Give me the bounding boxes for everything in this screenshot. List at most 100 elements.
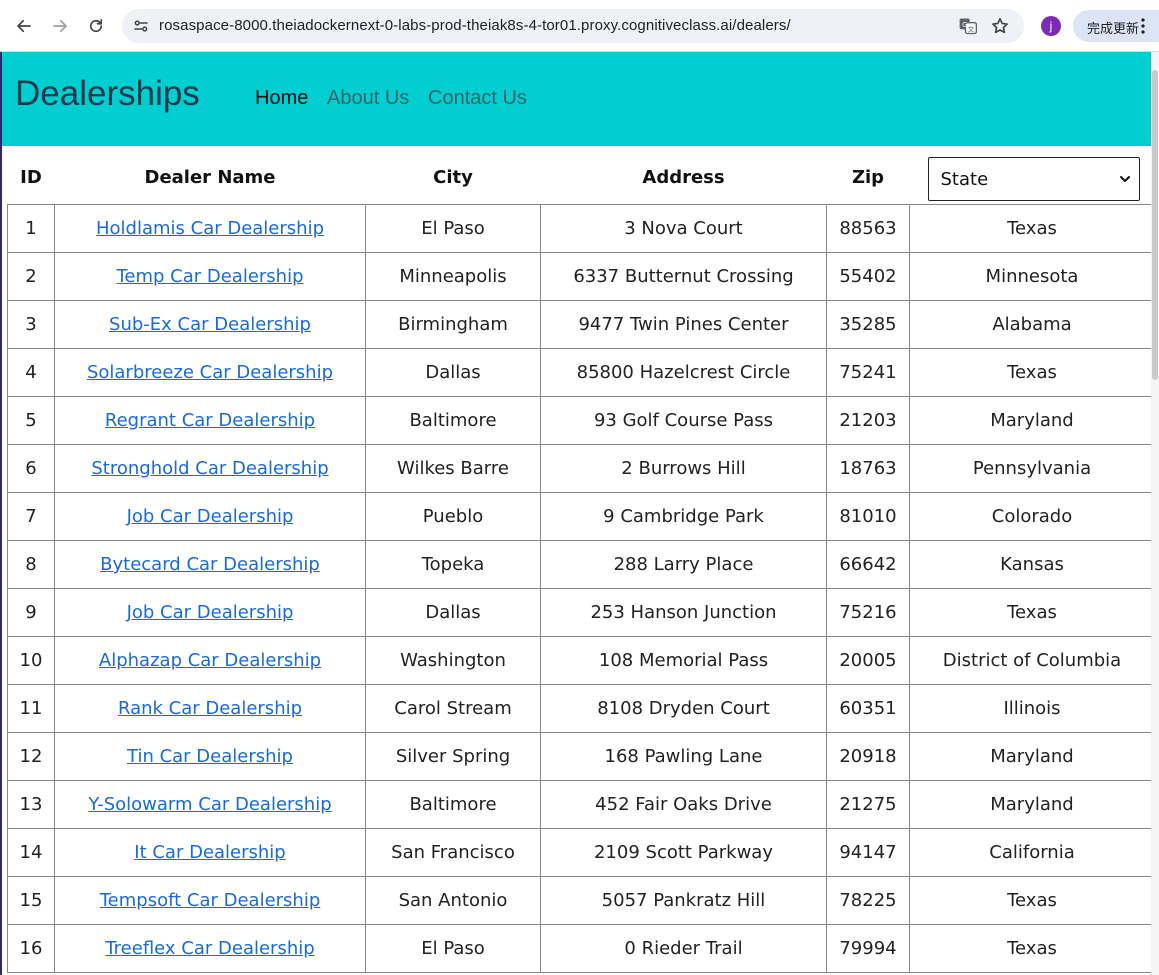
cell-address: 2109 Scott Parkway [540,828,827,877]
dealers-table: ID Dealer Name City Address Zip State 1 H… [7,151,1155,973]
cell-address: 108 Memorial Pass [540,636,827,685]
dealer-link[interactable]: Job Car Dealership [127,602,294,623]
dealer-link[interactable]: Solarbreeze Car Dealership [87,362,333,383]
cell-state: Texas [909,348,1155,397]
cell-address: 5057 Pankratz Hill [540,876,827,925]
star-bookmark-icon[interactable] [990,16,1010,36]
cell-state: Texas [909,588,1155,637]
cell-state: Kansas [909,540,1155,589]
cell-city: Baltimore [365,396,541,445]
profile-avatar[interactable]: j [1041,16,1061,36]
table-row: 7 Job Car Dealership Pueblo 9 Cambridge Par… [7,492,1155,541]
cell-zip: 88563 [826,204,910,253]
dealer-link[interactable]: Job Car Dealership [127,506,294,527]
back-button[interactable] [10,12,38,40]
cell-id: 1 [7,204,55,253]
address-bar[interactable]: rosaspace-8000.theiadockernext-0-labs-pr… [122,9,1024,43]
cell-id: 3 [7,300,55,349]
dealers-table-container: ID Dealer Name City Address Zip State 1 H… [7,151,1155,973]
column-header-zip: Zip [826,151,910,205]
nav-link-home[interactable]: Home [255,87,308,110]
cell-dealer-name: Holdlamis Car Dealership [54,204,366,253]
cell-dealer-name: Y-Solowarm Car Dealership [54,780,366,829]
dealer-link[interactable]: Temp Car Dealership [116,266,303,287]
table-header-row: ID Dealer Name City Address Zip State [7,151,1155,205]
dealer-link[interactable]: It Car Dealership [134,842,285,863]
cell-address: 85800 Hazelcrest Circle [540,348,827,397]
nav-link-about-us[interactable]: About Us [327,87,409,110]
reload-button[interactable] [82,12,110,40]
page-scrollbar[interactable] [1151,52,1159,975]
url-text[interactable]: rosaspace-8000.theiadockernext-0-labs-pr… [159,17,791,34]
cell-state: Maryland [909,396,1155,445]
cell-id: 14 [7,828,55,877]
cell-zip: 66642 [826,540,910,589]
cell-address: 253 Hanson Junction [540,588,827,637]
dealer-link[interactable]: Y-Solowarm Car Dealership [88,794,331,815]
chevron-down-icon [1119,175,1130,182]
dealer-link[interactable]: Regrant Car Dealership [105,410,315,431]
table-row: 12 Tin Car Dealership Silver Spring 168 Paw… [7,732,1155,781]
dealer-link[interactable]: Stronghold Car Dealership [91,458,328,479]
cell-id: 9 [7,588,55,637]
dealer-link[interactable]: Alphazap Car Dealership [99,650,321,671]
cell-state: Texas [909,204,1155,253]
cell-zip: 18763 [826,444,910,493]
cell-city: Topeka [365,540,541,589]
column-header-dealer-name: Dealer Name [54,151,366,205]
table-row: 3 Sub-Ex Car Dealership Birmingham 9477 Twi… [7,300,1155,349]
cell-city: El Paso [365,924,541,973]
dealer-link[interactable]: Rank Car Dealership [118,698,302,719]
navbar-brand[interactable]: Dealerships [15,74,200,114]
table-row: 1 Holdlamis Car Dealership El Paso 3 Nova C… [7,204,1155,253]
translate-icon[interactable]: G 文 [958,16,978,36]
dealer-link[interactable]: Holdlamis Car Dealership [96,218,324,239]
cell-dealer-name: Sub-Ex Car Dealership [54,300,366,349]
forward-button[interactable] [46,12,74,40]
dealer-link[interactable]: Tin Car Dealership [127,746,293,767]
cell-state: District of Columbia [909,636,1155,685]
cell-state: Illinois [909,684,1155,733]
cell-id: 2 [7,252,55,301]
cell-address: 3 Nova Court [540,204,827,253]
cell-id: 12 [7,732,55,781]
cell-zip: 75216 [826,588,910,637]
cell-state: Colorado [909,492,1155,541]
cell-id: 8 [7,540,55,589]
state-filter-select[interactable]: State [927,156,1140,201]
cell-address: 93 Golf Course Pass [540,396,827,445]
cell-city: Wilkes Barre [365,444,541,493]
cell-dealer-name: Tin Car Dealership [54,732,366,781]
cell-id: 6 [7,444,55,493]
cell-state: Maryland [909,780,1155,829]
cell-zip: 75241 [826,348,910,397]
table-row: 15 Tempsoft Car Dealership San Antonio 5057… [7,876,1155,925]
cell-dealer-name: Rank Car Dealership [54,684,366,733]
table-body: 1 Holdlamis Car Dealership El Paso 3 Nova C… [7,204,1155,973]
cell-state: Alabama [909,300,1155,349]
scrollbar-thumb[interactable] [1152,70,1158,380]
cell-address: 452 Fair Oaks Drive [540,780,827,829]
cell-id: 13 [7,780,55,829]
svg-text:文: 文 [968,24,975,33]
cell-state: Texas [909,924,1155,973]
cell-dealer-name: Solarbreeze Car Dealership [54,348,366,397]
update-button[interactable]: 完成更新 [1073,10,1159,42]
cell-zip: 60351 [826,684,910,733]
nav-link-contact-us[interactable]: Contact Us [428,87,527,110]
dealer-link[interactable]: Sub-Ex Car Dealership [109,314,311,335]
cell-city: El Paso [365,204,541,253]
dealer-link[interactable]: Tempsoft Car Dealership [100,890,321,911]
dealer-link[interactable]: Bytecard Car Dealership [100,554,320,575]
column-header-state: State [909,151,1155,205]
cell-dealer-name: Job Car Dealership [54,588,366,637]
table-row: 8 Bytecard Car Dealership Topeka 288 Larry … [7,540,1155,589]
cell-address: 9 Cambridge Park [540,492,827,541]
cell-dealer-name: Tempsoft Car Dealership [54,876,366,925]
cell-id: 15 [7,876,55,925]
navbar: Dealerships Home About Us Contact Us [2,52,1155,146]
site-settings-icon[interactable] [132,17,150,35]
cell-city: Washington [365,636,541,685]
dealer-link[interactable]: Treeflex Car Dealership [105,938,314,959]
update-button-label: 完成更新 [1087,21,1140,36]
